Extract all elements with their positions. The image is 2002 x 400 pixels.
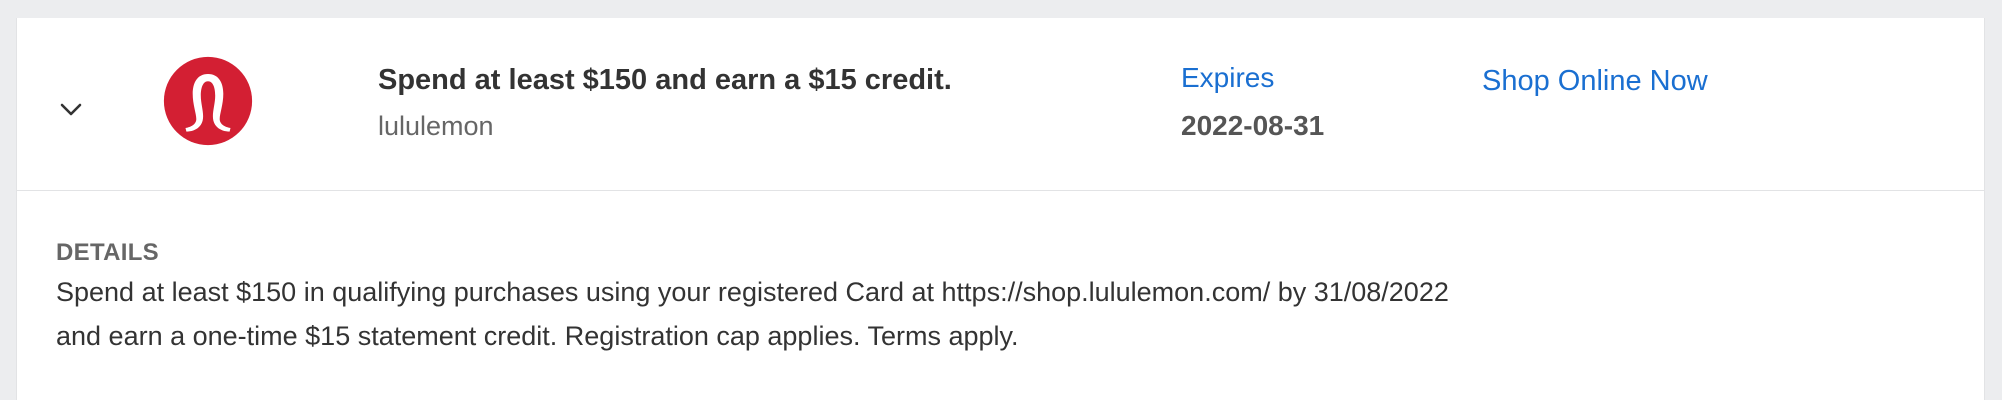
details-section: DETAILS Spend at least $150 in qualifyin… (17, 191, 1984, 400)
lululemon-logo-icon (163, 56, 253, 146)
expires-date: 2022-08-31 (1181, 110, 1325, 141)
chevron-down-icon (60, 103, 82, 116)
details-heading: DETAILS (56, 239, 159, 266)
merchant-name: lululemon (378, 111, 494, 141)
details-text: Spend at least $150 in qualifying purcha… (56, 277, 1449, 351)
offer-card: Spend at least $150 and earn a $15 credi… (16, 18, 1985, 400)
expand-toggle-button[interactable] (55, 94, 87, 126)
offer-title: Spend at least $150 and earn a $15 credi… (378, 64, 952, 96)
offer-summary-row: Spend at least $150 and earn a $15 credi… (17, 18, 1984, 191)
expires-label: Expires (1181, 62, 1275, 93)
shop-online-now-link[interactable]: Shop Online Now (1482, 65, 1708, 98)
